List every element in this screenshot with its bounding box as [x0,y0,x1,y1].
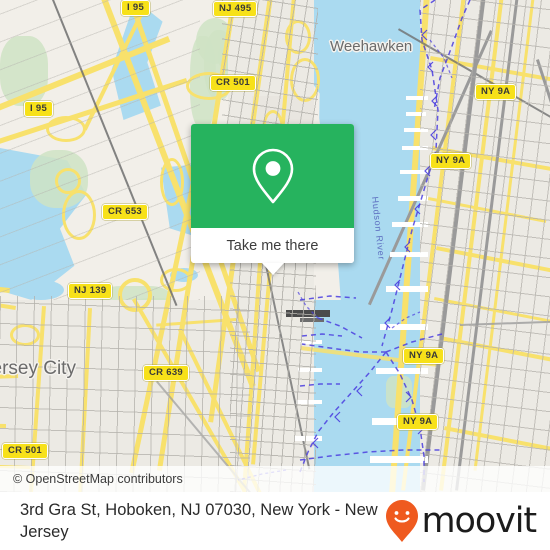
popup-image-area [191,124,354,228]
take-me-there-button[interactable]: Take me there [191,228,354,263]
place-label-jersey-city: Jersey City [0,358,76,379]
shield-ny9a-upper[interactable]: NY 9A [430,153,472,169]
location-popup-card[interactable]: Take me there [191,124,354,275]
shield-ny9a-top[interactable]: NY 9A [475,84,517,100]
page-footer: 3rd Gra St, Hoboken, NJ 07030, New York … [0,492,550,550]
shield-ny9a-lower[interactable]: NY 9A [397,414,439,430]
shield-i95-left[interactable]: I 95 [24,101,54,117]
map-canvas[interactable]: I 95 NJ 495 CR 501 NY 9A I 95 NY 9A CR 6… [0,0,550,492]
moovit-wordmark: moovit [421,500,538,541]
shield-cr639[interactable]: CR 639 [143,365,190,381]
shield-cr653[interactable]: CR 653 [102,204,149,220]
map-attribution: © OpenStreetMap contributors [0,466,550,492]
moovit-logo[interactable]: moovit [385,499,538,543]
map-pin-icon [252,148,293,204]
attribution-text: © OpenStreetMap contributors [13,472,183,486]
moovit-map-page: I 95 NJ 495 CR 501 NY 9A I 95 NY 9A CR 6… [0,0,550,550]
popup-pointer-tail [261,263,284,275]
address-text: 3rd Gra St, Hoboken, NJ 07030, New York … [20,501,378,541]
shield-nj139[interactable]: NJ 139 [68,283,113,299]
shield-cr501-south[interactable]: CR 501 [2,443,49,459]
shield-i95-top[interactable]: I 95 [121,0,151,16]
shield-nj495[interactable]: NJ 495 [213,1,258,17]
shield-cr501-north[interactable]: CR 501 [210,75,257,91]
moovit-pin-icon [385,500,418,542]
shield-ny9a-mid[interactable]: NY 9A [403,348,445,364]
place-label-weehawken: Weehawken [330,38,413,55]
